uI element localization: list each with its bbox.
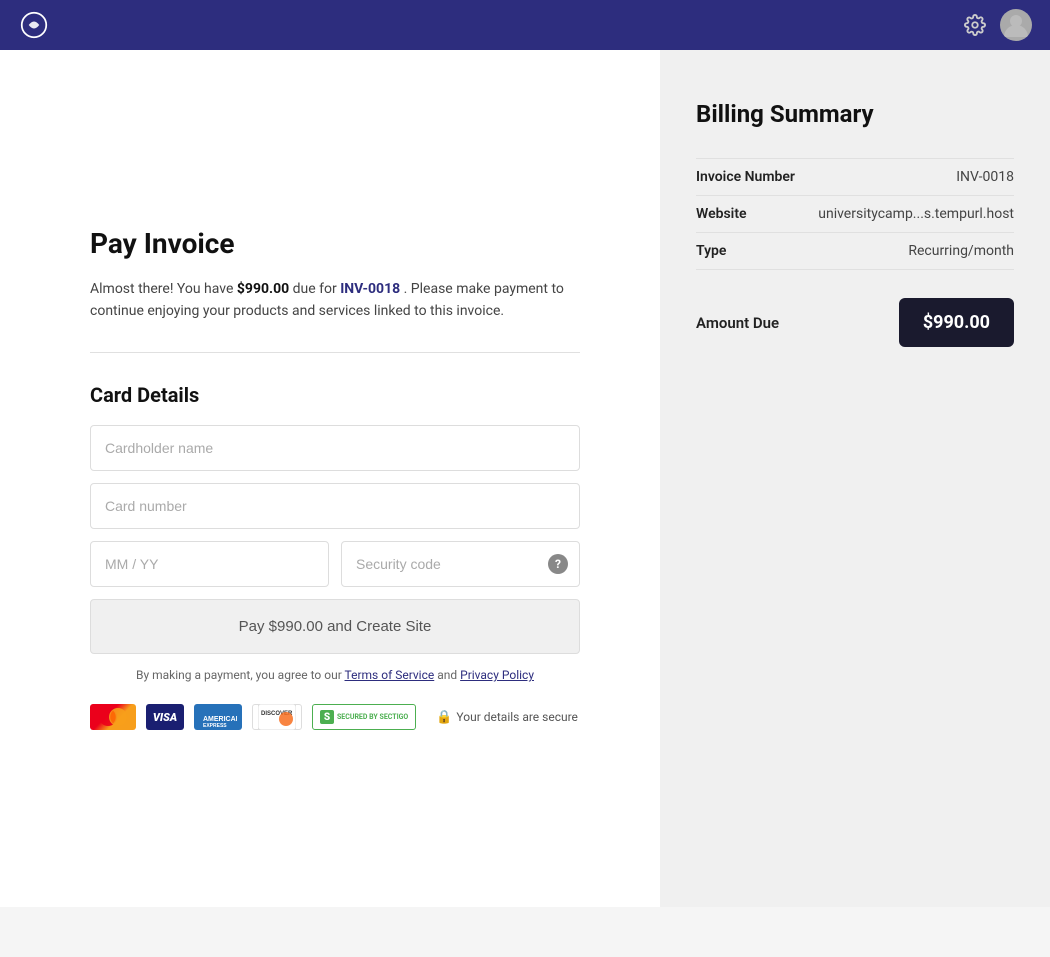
mastercard-icon (90, 704, 136, 730)
svg-text:EXPRESS: EXPRESS (203, 723, 227, 729)
card-details-heading: Card Details (90, 383, 580, 407)
card-number-input[interactable] (90, 483, 580, 529)
security-code-input[interactable] (341, 541, 580, 587)
svg-text:AMERICAN: AMERICAN (203, 716, 237, 723)
sectigo-badge: S SECURED BY SECTIGO (312, 704, 416, 730)
app-logo[interactable] (18, 9, 50, 41)
invoice-number-value: INV-0018 (956, 169, 1014, 185)
billing-row-website: Website universitycamp...s.tempurl.host (696, 196, 1014, 233)
cardholder-name-input[interactable] (90, 425, 580, 471)
amount-due-row: Amount Due $990.00 (696, 298, 1014, 347)
invoice-description: Almost there! You have $990.00 due for I… (90, 278, 580, 323)
terms-prefix: By making a payment, you agree to our (136, 668, 345, 682)
lock-icon: 🔒 (436, 710, 452, 725)
desc-amount: $990.00 (237, 281, 289, 297)
invoice-ref: INV-0018 (340, 281, 400, 297)
secure-text: 🔒 Your details are secure (436, 710, 578, 725)
left-panel: Pay Invoice Almost there! You have $990.… (0, 50, 660, 907)
visa-icon: VISA (146, 704, 184, 730)
billing-row-type: Type Recurring/month (696, 233, 1014, 270)
invoice-number-label: Invoice Number (696, 169, 795, 185)
nav-right-actions (964, 9, 1032, 41)
discover-icon: DISCOVER (252, 704, 302, 730)
top-navigation (0, 0, 1050, 50)
amount-due-label: Amount Due (696, 314, 779, 332)
settings-icon[interactable] (964, 14, 986, 36)
type-value: Recurring/month (908, 243, 1014, 259)
card-number-group (90, 483, 580, 529)
payment-badges: VISA AMERICAN EXPRESS DISCOVER S SECURED… (90, 704, 580, 730)
cardholder-name-group (90, 425, 580, 471)
security-code-group: ? (341, 541, 580, 587)
security-help-icon[interactable]: ? (548, 554, 568, 574)
main-layout: Pay Invoice Almost there! You have $990.… (0, 50, 1050, 907)
security-wrapper: ? (341, 541, 580, 587)
privacy-policy-link[interactable]: Privacy Policy (460, 668, 534, 682)
type-label: Type (696, 243, 726, 259)
secure-label: Your details are secure (456, 710, 578, 724)
billing-summary-title: Billing Summary (696, 100, 1014, 128)
pay-button[interactable]: Pay $990.00 and Create Site (90, 599, 580, 654)
expiry-input[interactable] (90, 541, 329, 587)
amount-due-badge: $990.00 (899, 298, 1014, 347)
sectigo-text: SECURED BY SECTIGO (337, 713, 408, 721)
desc-part1: Almost there! You have (90, 281, 237, 297)
terms-text: By making a payment, you agree to our Te… (90, 668, 580, 682)
section-divider (90, 352, 580, 353)
sectigo-logo: S (320, 710, 334, 724)
user-avatar[interactable] (1000, 9, 1032, 41)
desc-part2: due for (289, 281, 340, 297)
billing-row-invoice: Invoice Number INV-0018 (696, 158, 1014, 196)
billing-rows: Invoice Number INV-0018 Website universi… (696, 158, 1014, 270)
card-bottom-row: ? (90, 541, 580, 587)
terms-middle: and (434, 668, 460, 682)
terms-of-service-link[interactable]: Terms of Service (345, 668, 435, 682)
page-title: Pay Invoice (90, 227, 580, 260)
website-label: Website (696, 206, 747, 222)
amex-icon: AMERICAN EXPRESS (194, 704, 242, 730)
billing-summary-panel: Billing Summary Invoice Number INV-0018 … (660, 50, 1050, 907)
expiry-group (90, 541, 329, 587)
website-value: universitycamp...s.tempurl.host (818, 206, 1014, 222)
